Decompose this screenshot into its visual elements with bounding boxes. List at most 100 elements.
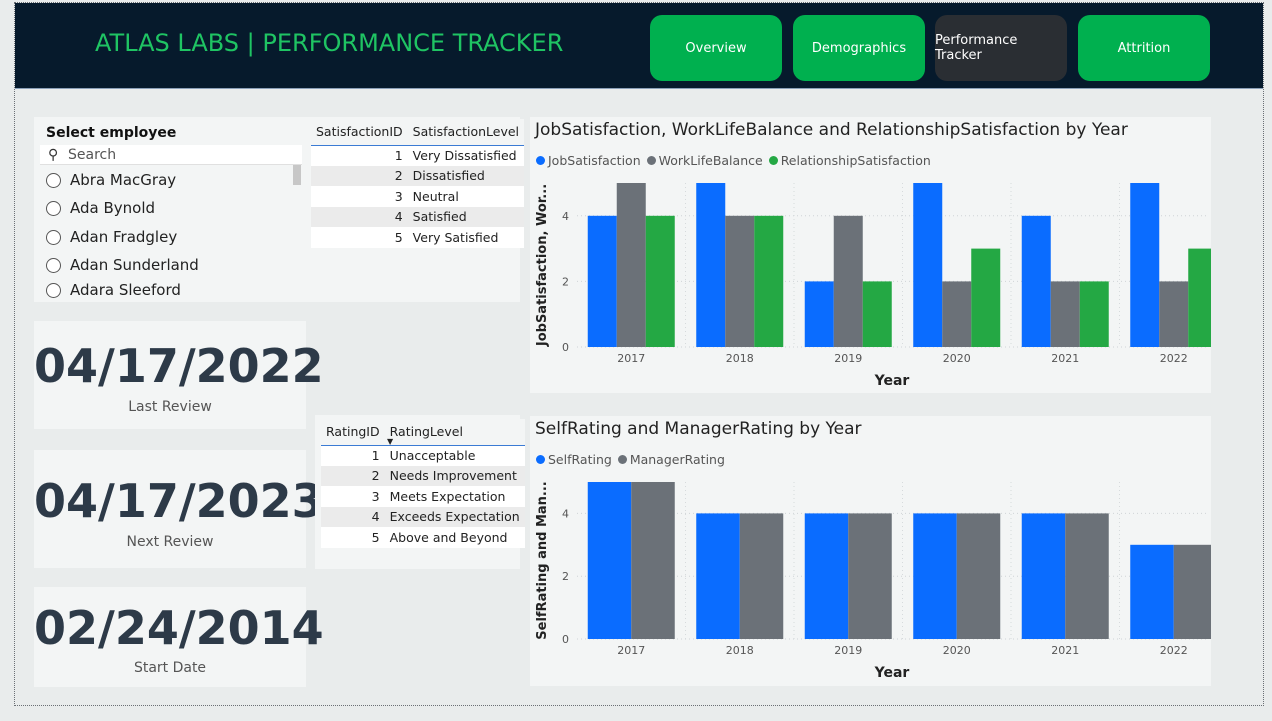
bar-WorkLifeBalance-2020	[942, 281, 972, 347]
x-tick-label: 2021	[1051, 352, 1079, 365]
bar-WorkLifeBalance-2022	[1159, 281, 1189, 347]
y-axis-title: SelfRating and Man...	[535, 481, 550, 639]
legend-item[interactable]: JobSatisfaction	[536, 153, 641, 168]
satisfaction-bar-chart: 0 2 4 2017 2018 2019 2020 2021 2022 Year JobSatisf…	[535, 183, 1211, 389]
radio-icon	[46, 229, 61, 245]
radio-icon	[46, 257, 61, 273]
slicer-scrollbar[interactable]	[293, 165, 301, 185]
table-row: 1 Very Dissatisfied	[311, 145, 524, 166]
bar-RelationshipSatisfaction-2017	[645, 215, 675, 347]
legend-dot-icon	[768, 156, 778, 165]
employee-option[interactable]: Adan Sunderland	[46, 252, 199, 278]
bar-RelationshipSatisfaction-2020	[971, 248, 1001, 347]
legend-item[interactable]: WorkLifeBalance	[646, 153, 763, 168]
table-cell: 2	[321, 465, 385, 486]
start-date-value: 02/24/2014	[34, 601, 324, 655]
employee-option[interactable]: Adan Fradgley	[46, 224, 177, 250]
legend-item[interactable]: RelationshipSatisfaction	[768, 153, 931, 168]
x-tick-label: 2022	[1160, 352, 1188, 365]
x-axis-title: Year	[874, 665, 910, 681]
bar-SelfRating-2020	[913, 513, 957, 639]
table-row: 5 Above and Beyond	[321, 527, 525, 548]
bar-SelfRating-2017	[587, 482, 632, 639]
employee-name: Adan Sunderland	[70, 256, 199, 274]
legend-item[interactable]: SelfRating	[536, 452, 612, 467]
bar-JobSatisfaction-2017	[587, 215, 617, 347]
employee-option[interactable]: Adara Sleeford	[46, 280, 181, 300]
radio-icon	[46, 172, 61, 188]
last-review-value: 04/17/2022	[34, 339, 324, 393]
legend-dot-icon	[536, 156, 545, 165]
y-tick-label: 2	[562, 275, 569, 288]
bar-ManagerRating-2021	[1065, 513, 1109, 639]
bar-RelationshipSatisfaction-2019	[862, 281, 892, 347]
column-header[interactable]: RatingID	[321, 419, 385, 446]
start-date-label: Start Date	[133, 660, 207, 676]
employee-option[interactable]: Abra MacGray	[46, 167, 176, 193]
x-tick-label: 2018	[726, 352, 754, 365]
table-row: 3 Neutral	[311, 186, 524, 207]
y-tick-label: 0	[562, 341, 569, 354]
y-axis-title: JobSatisfaction, Wor...	[535, 184, 550, 347]
table-cell: Meets Expectation	[389, 488, 506, 504]
table-cell: Needs Improvement	[384, 465, 525, 486]
table-cell: 3	[394, 188, 403, 204]
bar-JobSatisfaction-2019	[804, 281, 834, 347]
legend-label: RelationshipSatisfaction	[780, 153, 931, 168]
satisfaction-chart-legend: JobSatisfaction WorkLifeBalance Relation…	[536, 153, 937, 168]
bar-SelfRating-2021	[1021, 513, 1066, 639]
sort-descending-icon[interactable]: ▼	[387, 437, 393, 446]
column-header[interactable]: RatingLevel	[384, 419, 525, 446]
rating-bar-chart: 0 2 4 2017 2018 2019 2020 2021 2022 Year SelfRatin…	[535, 481, 1211, 681]
y-tick-label: 0	[562, 633, 569, 646]
rating-table: RatingID RatingLevel 1 Unacceptable 2 Need…	[321, 419, 525, 548]
bar-WorkLifeBalance-2017	[616, 183, 646, 347]
employee-search-input[interactable]: ⚲ Search	[40, 145, 302, 165]
bar-ManagerRating-2020	[956, 513, 1001, 639]
nav-performance-tracker-button[interactable]: Performance Tracker	[935, 15, 1067, 81]
x-tick-label: 2022	[1160, 644, 1188, 657]
y-tick-label: 2	[562, 570, 569, 583]
satisfaction-table: SatisfactionID SatisfactionLevel 1 Very D…	[311, 119, 525, 248]
nav-attrition-button[interactable]: Attrition	[1078, 15, 1210, 81]
bar-ManagerRating-2022	[1173, 544, 1211, 639]
legend-dot-icon	[536, 455, 545, 464]
table-row: 2 Needs Improvement	[321, 465, 525, 486]
radio-icon	[46, 282, 61, 298]
column-header[interactable]: SatisfactionID	[311, 119, 408, 146]
table-row: 3 Meets Expectation	[321, 486, 525, 507]
table-cell: Unacceptable	[389, 448, 476, 463]
table-cell: 3	[371, 488, 380, 504]
header-bar: ATLAS LABS | PERFORMANCE TRACKER Overvie…	[15, 3, 1263, 89]
y-tick-label: 4	[562, 210, 569, 223]
x-tick-label: 2020	[943, 644, 971, 657]
table-cell: Satisfied	[407, 206, 525, 227]
employee-option[interactable]: Ada Bynold	[46, 195, 155, 221]
y-tick-label: 4	[562, 507, 569, 520]
bar-JobSatisfaction-2021	[1021, 215, 1051, 347]
bar-ManagerRating-2017	[631, 482, 675, 639]
column-header[interactable]: SatisfactionLevel	[407, 119, 525, 146]
page-title: ATLAS LABS | PERFORMANCE TRACKER	[95, 29, 564, 57]
x-tick-label: 2021	[1051, 644, 1079, 657]
legend-item[interactable]: ManagerRating	[617, 452, 725, 467]
table-row: 4 Satisfied	[311, 206, 525, 227]
table-row: 5 Very Satisfied	[311, 227, 524, 248]
nav-demographics-button[interactable]: Demographics	[793, 15, 925, 81]
legend-dot-icon	[646, 156, 656, 165]
employee-name: Adara Sleeford	[70, 281, 181, 299]
next-review-label: Next Review	[126, 534, 214, 550]
table-cell: 4	[311, 206, 408, 227]
legend-label: SelfRating	[548, 452, 612, 467]
table-cell: 1	[394, 148, 403, 163]
table-cell: 5	[371, 529, 380, 545]
x-tick-label: 2020	[943, 352, 971, 365]
bar-SelfRating-2019	[804, 513, 849, 639]
bar-WorkLifeBalance-2018	[725, 215, 755, 347]
satisfaction-chart-title: JobSatisfaction, WorkLifeBalance and Rel…	[535, 120, 1128, 140]
nav-overview-button[interactable]: Overview	[650, 15, 782, 81]
x-tick-label: 2017	[617, 352, 645, 365]
legend-label: ManagerRating	[629, 452, 725, 467]
search-placeholder: Search	[68, 147, 117, 163]
bar-WorkLifeBalance-2021	[1050, 281, 1080, 347]
